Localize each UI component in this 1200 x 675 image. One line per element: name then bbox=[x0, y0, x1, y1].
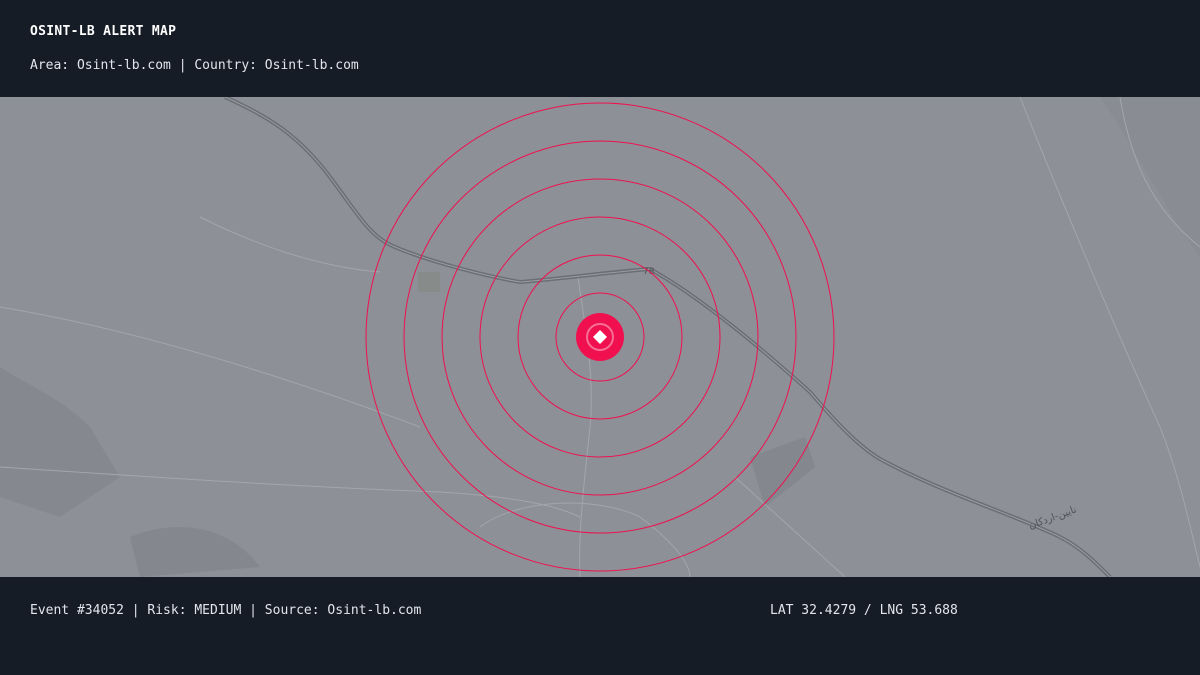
area-country-info: Area: Osint-lb.com | Country: Osint-lb.c… bbox=[30, 58, 359, 73]
alert-marker[interactable] bbox=[576, 313, 624, 361]
road-name-label: نایین-اردکان bbox=[1027, 504, 1078, 531]
industrial-area bbox=[750, 437, 815, 507]
footer-bar: Event #34052 | Risk: MEDIUM | Source: Os… bbox=[0, 577, 1200, 675]
highway-78 bbox=[224, 97, 1112, 577]
header-bar: OSINT-LB ALERT MAP Area: Osint-lb.com | … bbox=[0, 0, 1200, 97]
map-title: OSINT-LB ALERT MAP bbox=[30, 24, 177, 39]
map-view[interactable]: نایین-اردکان 78 bbox=[0, 97, 1200, 577]
event-info: Event #34052 | Risk: MEDIUM | Source: Os… bbox=[30, 603, 422, 618]
map-canvas[interactable]: نایین-اردکان 78 bbox=[0, 97, 1200, 577]
town-area bbox=[418, 272, 440, 292]
coordinates-readout: LAT 32.4279 / LNG 53.688 bbox=[770, 603, 958, 618]
